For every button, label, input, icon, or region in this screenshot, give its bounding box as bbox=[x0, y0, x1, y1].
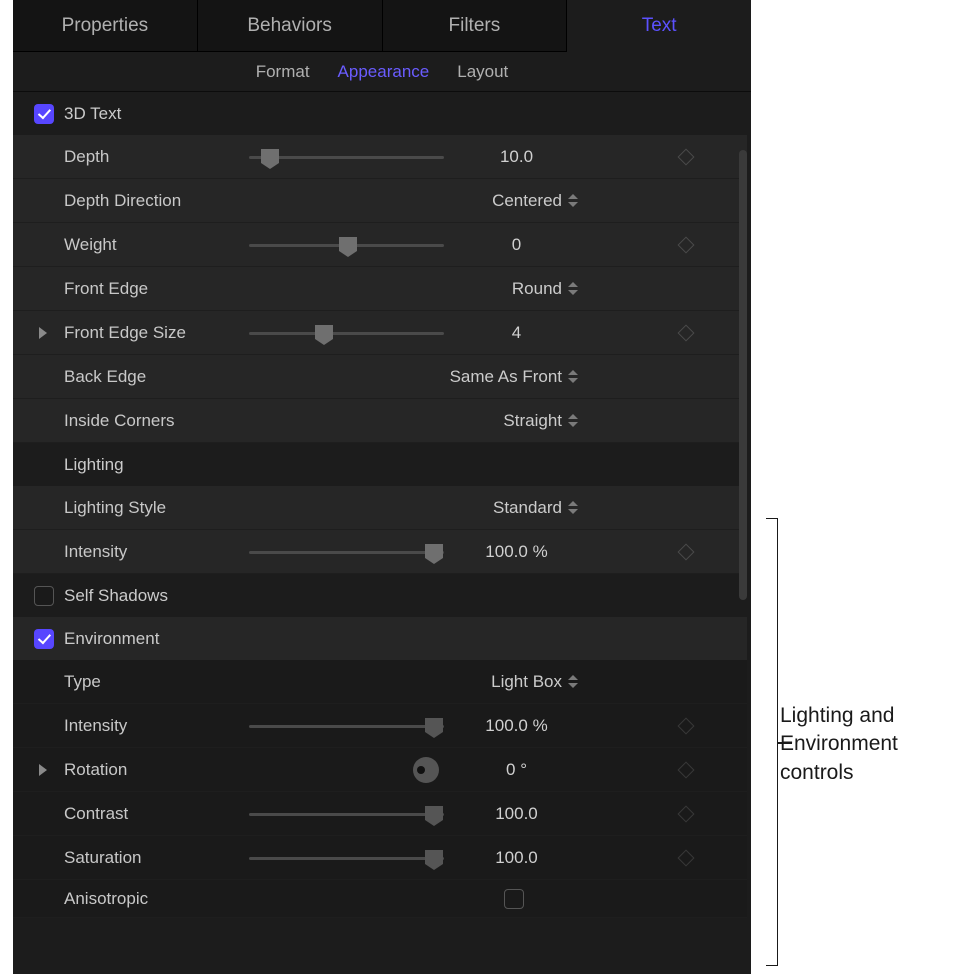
value-env-rotation[interactable]: 0 ° bbox=[449, 760, 584, 780]
checkbox-environment[interactable] bbox=[34, 629, 54, 649]
scrollbar-thumb[interactable] bbox=[739, 150, 747, 600]
slider-env-saturation[interactable] bbox=[249, 848, 449, 868]
stepper-icon bbox=[568, 675, 578, 688]
keyframe-icon[interactable] bbox=[678, 543, 695, 560]
slider-env-intensity[interactable] bbox=[249, 716, 449, 736]
value-env-intensity[interactable]: 100.0 % bbox=[449, 716, 584, 736]
label-env-anisotropic: Anisotropic bbox=[64, 889, 249, 909]
row-depth-direction: Depth Direction Centered bbox=[13, 179, 747, 223]
row-inside-corners: Inside Corners Straight bbox=[13, 399, 747, 443]
label-env-rotation: Rotation bbox=[64, 760, 249, 780]
row-env-anisotropic: Anisotropic bbox=[13, 880, 747, 918]
label-lighting: Lighting bbox=[64, 455, 124, 475]
label-lighting-style: Lighting Style bbox=[64, 498, 249, 518]
row-front-edge: Front Edge Round bbox=[13, 267, 747, 311]
dial-env-rotation[interactable] bbox=[249, 755, 449, 785]
disclosure-triangle-icon[interactable] bbox=[39, 327, 47, 339]
tab-filters[interactable]: Filters bbox=[383, 0, 568, 52]
rotation-dial-icon[interactable] bbox=[413, 757, 439, 783]
checkbox-3d-text[interactable] bbox=[34, 104, 54, 124]
checkbox-self-shadows[interactable] bbox=[34, 586, 54, 606]
stepper-icon bbox=[568, 501, 578, 514]
label-env-type: Type bbox=[64, 672, 249, 692]
label-env-intensity: Intensity bbox=[64, 716, 249, 736]
label-lighting-intensity: Intensity bbox=[64, 542, 249, 562]
value-depth[interactable]: 10.0 bbox=[449, 147, 584, 167]
slider-depth[interactable] bbox=[249, 147, 449, 167]
row-lighting-style: Lighting Style Standard bbox=[13, 486, 747, 530]
label-self-shadows: Self Shadows bbox=[64, 586, 168, 606]
keyframe-icon[interactable] bbox=[678, 717, 695, 734]
subtab-layout[interactable]: Layout bbox=[457, 62, 508, 82]
row-env-contrast: Contrast 100.0 bbox=[13, 792, 747, 836]
bracket-icon bbox=[766, 518, 778, 966]
row-env-rotation: Rotation 0 ° bbox=[13, 748, 747, 792]
value-env-contrast[interactable]: 100.0 bbox=[449, 804, 584, 824]
keyframe-icon[interactable] bbox=[678, 324, 695, 341]
slider-env-contrast[interactable] bbox=[249, 804, 449, 824]
value-lighting-intensity[interactable]: 100.0 % bbox=[449, 542, 584, 562]
section-3d-text-header: 3D Text bbox=[13, 92, 747, 135]
label-back-edge: Back Edge bbox=[64, 367, 249, 387]
value-env-saturation[interactable]: 100.0 bbox=[449, 848, 584, 868]
disclosure-triangle-icon[interactable] bbox=[39, 764, 47, 776]
checkbox-anisotropic[interactable] bbox=[504, 889, 524, 909]
row-env-saturation: Saturation 100.0 bbox=[13, 836, 747, 880]
row-env-type: Type Light Box bbox=[13, 660, 747, 704]
row-back-edge: Back Edge Same As Front bbox=[13, 355, 747, 399]
label-env-contrast: Contrast bbox=[64, 804, 249, 824]
row-weight: Weight 0 bbox=[13, 223, 747, 267]
subtab-format[interactable]: Format bbox=[256, 62, 310, 82]
keyframe-icon[interactable] bbox=[678, 761, 695, 778]
popup-env-type[interactable]: Light Box bbox=[249, 672, 584, 692]
tab-text[interactable]: Text bbox=[567, 0, 751, 52]
stepper-icon bbox=[568, 414, 578, 427]
section-lighting-header: Lighting bbox=[13, 443, 747, 486]
value-front-edge-size[interactable]: 4 bbox=[449, 323, 584, 343]
label-depth: Depth bbox=[64, 147, 249, 167]
row-self-shadows: Self Shadows bbox=[13, 574, 747, 617]
popup-depth-direction[interactable]: Centered bbox=[249, 191, 584, 211]
slider-lighting-intensity[interactable] bbox=[249, 542, 449, 562]
stepper-icon bbox=[568, 370, 578, 383]
inspector-panel: Properties Behaviors Filters Text Format… bbox=[13, 0, 751, 974]
label-weight: Weight bbox=[64, 235, 249, 255]
row-environment: Environment bbox=[13, 617, 747, 660]
inspector-content: 3D Text Depth 10.0 Depth Direction Cente… bbox=[13, 92, 751, 974]
sub-tab-bar: Format Appearance Layout bbox=[13, 52, 751, 92]
keyframe-icon[interactable] bbox=[678, 236, 695, 253]
label-depth-direction: Depth Direction bbox=[64, 191, 249, 211]
label-front-edge: Front Edge bbox=[64, 279, 249, 299]
keyframe-icon[interactable] bbox=[678, 148, 695, 165]
label-env-saturation: Saturation bbox=[64, 848, 249, 868]
row-front-edge-size: Front Edge Size 4 bbox=[13, 311, 747, 355]
subtab-appearance[interactable]: Appearance bbox=[338, 62, 430, 82]
annotation-text: Lighting and Environment controls bbox=[780, 702, 970, 787]
popup-lighting-style[interactable]: Standard bbox=[249, 498, 584, 518]
popup-front-edge[interactable]: Round bbox=[249, 279, 584, 299]
label-inside-corners: Inside Corners bbox=[64, 411, 249, 431]
row-env-intensity: Intensity 100.0 % bbox=[13, 704, 747, 748]
popup-back-edge[interactable]: Same As Front bbox=[249, 367, 584, 387]
label-3d-text: 3D Text bbox=[64, 104, 121, 124]
keyframe-icon[interactable] bbox=[678, 849, 695, 866]
slider-weight[interactable] bbox=[249, 235, 449, 255]
stepper-icon bbox=[568, 282, 578, 295]
keyframe-icon[interactable] bbox=[678, 805, 695, 822]
label-environment: Environment bbox=[64, 629, 159, 649]
slider-front-edge-size[interactable] bbox=[249, 323, 449, 343]
row-depth: Depth 10.0 bbox=[13, 135, 747, 179]
tab-properties[interactable]: Properties bbox=[13, 0, 198, 52]
main-tab-bar: Properties Behaviors Filters Text bbox=[13, 0, 751, 52]
popup-inside-corners[interactable]: Straight bbox=[249, 411, 584, 431]
stepper-icon bbox=[568, 194, 578, 207]
value-weight[interactable]: 0 bbox=[449, 235, 584, 255]
tab-behaviors[interactable]: Behaviors bbox=[198, 0, 383, 52]
label-front-edge-size: Front Edge Size bbox=[64, 323, 249, 343]
row-lighting-intensity: Intensity 100.0 % bbox=[13, 530, 747, 574]
